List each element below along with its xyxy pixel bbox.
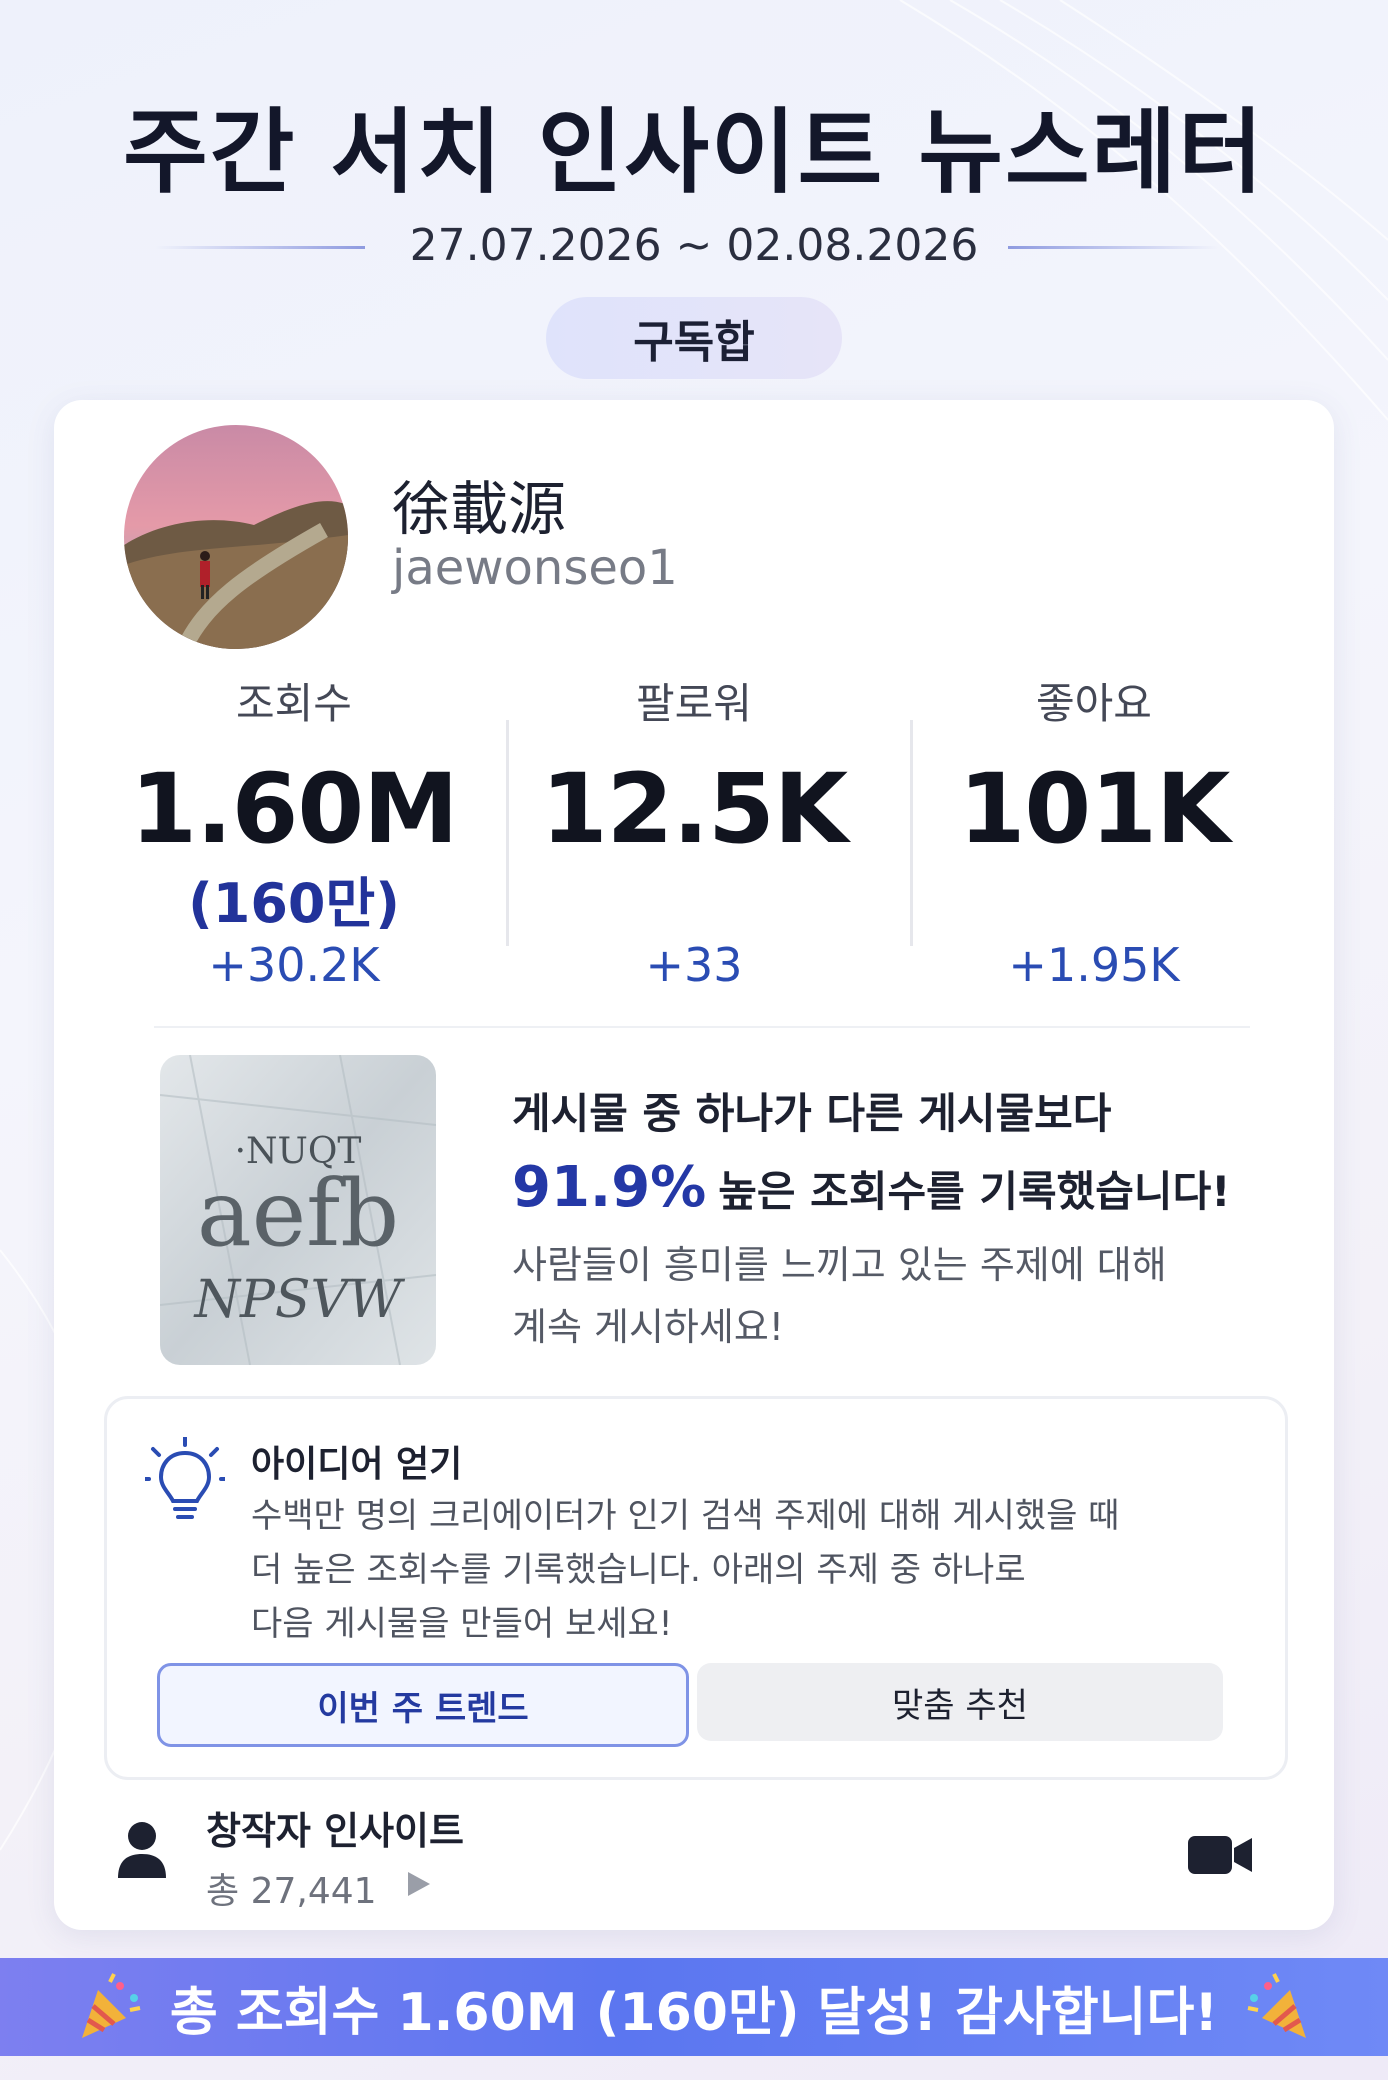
newsletter-header: 주간 서치 인사이트 뉴스레터 27.07.2026 ~ 02.08.2026 … xyxy=(0,0,1388,400)
video-camera-icon[interactable] xyxy=(1188,1832,1254,1878)
stat-likes-delta: +1.95K xyxy=(1008,938,1180,992)
lightbulb-icon xyxy=(145,1437,225,1519)
achievement-banner: 총 조회수 1.60M (160만) 달성! 감사합니다! xyxy=(0,1958,1388,2056)
banner-text: 총 조회수 1.60M (160만) 달성! 감사합니다! xyxy=(169,1982,1219,2043)
idea-body-line: 더 높은 조회수를 기록했습니다. 아래의 주제 중 하나로 xyxy=(251,1550,1026,1590)
party-popper-icon xyxy=(1247,1973,1307,2038)
idea-body-line: 다음 게시물을 만들어 보세요! xyxy=(251,1604,673,1644)
insight-subtext-line: 계속 게시하세요! xyxy=(512,1305,785,1349)
idea-title: 아이디어 얻기 xyxy=(251,1444,463,1485)
insight-subtext-line: 사람들이 흥미를 느끼고 있는 주제에 대해 xyxy=(512,1243,1167,1287)
trend-button[interactable]: 이번 주 트렌드 xyxy=(157,1663,689,1747)
post-insight: 게시물 중 하나가 다른 게시물보다 91.9% 높은 조회수를 기록했습니다! … xyxy=(512,1080,1292,1358)
custom-recommend-button[interactable]: 맞춤 추천 xyxy=(697,1663,1223,1741)
party-popper-icon xyxy=(81,1973,141,2038)
stat-followers-delta: +33 xyxy=(645,938,743,992)
date-range-row: 27.07.2026 ~ 02.08.2026 xyxy=(0,220,1388,276)
idea-body-line: 수백만 명의 크리에이터가 인기 검색 주제에 대해 게시했을 때 xyxy=(251,1496,1120,1536)
insight-subtext: 사람들이 흥미를 느끼고 있는 주제에 대해 계속 게시하세요! xyxy=(512,1234,1292,1358)
section-divider xyxy=(154,1026,1250,1028)
insight-headline-2: 91.9% 높은 조회수를 기록했습니다! xyxy=(512,1155,1292,1220)
post-thumbnail[interactable]: ·NUQT aefb NPSVW xyxy=(160,1055,436,1365)
creator-insight-title[interactable]: 창작자 인사이트 xyxy=(206,1800,464,1855)
stat-likes-value: 101K xyxy=(958,753,1231,865)
creator-insight-count: 총 27,441 xyxy=(206,1871,377,1912)
idea-body: 수백만 명의 크리에이터가 인기 검색 주제에 대해 게시했을 때 더 높은 조… xyxy=(251,1489,1251,1651)
thumbnail-text-row3: NPSVW xyxy=(192,1270,405,1330)
date-divider-right xyxy=(1008,246,1218,249)
insight-headline: 게시물 중 하나가 다른 게시물보다 xyxy=(512,1089,1112,1138)
stat-views-label: 조회수 xyxy=(236,679,352,728)
profile-name: 徐載源 xyxy=(392,475,567,543)
stat-followers: 팔로워 12.5K xyxy=(504,670,884,865)
stat-views-man: (160만) xyxy=(188,872,400,935)
stat-views-delta: +30.2K xyxy=(208,938,380,992)
stat-views-value: 1.60M xyxy=(130,753,458,865)
stat-views: 조회수 1.60M (160만) xyxy=(104,670,484,938)
page-title: 주간 서치 인사이트 뉴스레터 xyxy=(123,99,1265,206)
insight-headline-rest: 높은 조회수를 기록했습니다! xyxy=(718,1167,1231,1216)
stat-likes: 좋아요 101K xyxy=(904,670,1284,865)
person-icon xyxy=(118,1822,166,1878)
thumbnail-text-row2: aefb xyxy=(197,1160,399,1267)
profile-card: 徐載源 jaewonseo1 조회수 1.60M (160만) +30.2K 팔… xyxy=(54,400,1334,1930)
stat-likes-label: 좋아요 xyxy=(1036,679,1152,728)
profile-handle: jaewonseo1 xyxy=(392,540,678,596)
idea-panel: 아이디어 얻기 수백만 명의 크리에이터가 인기 검색 주제에 대해 게시했을 … xyxy=(104,1396,1288,1780)
subscribe-button[interactable]: 구독합 xyxy=(546,297,842,379)
insight-percent: 91.9% xyxy=(512,1155,707,1220)
avatar[interactable] xyxy=(124,425,348,649)
stat-followers-label: 팔로워 xyxy=(636,679,752,728)
play-icon[interactable] xyxy=(406,1870,432,1898)
stat-followers-value: 12.5K xyxy=(540,753,848,865)
